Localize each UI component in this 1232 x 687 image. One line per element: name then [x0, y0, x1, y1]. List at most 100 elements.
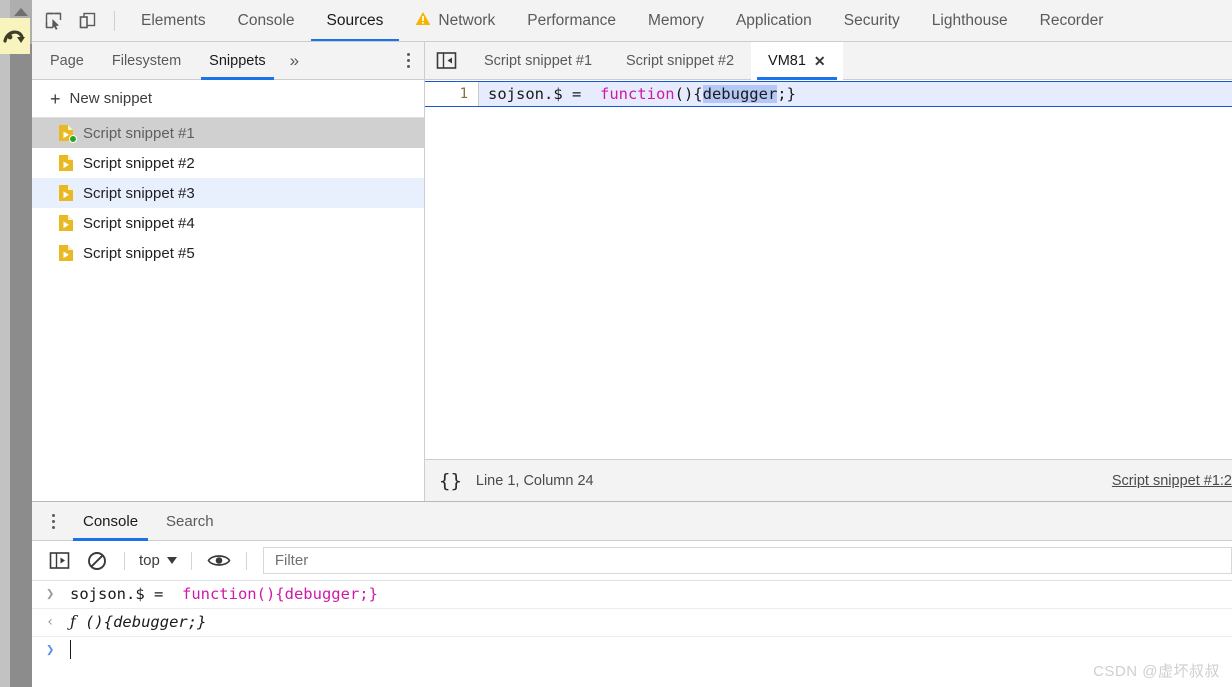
- drawer-tab-console[interactable]: Console: [69, 501, 152, 541]
- execution-context-value: top: [139, 552, 160, 569]
- snippet-file-icon: [58, 124, 77, 143]
- editor-status-bar: {} Line 1, Column 24 Script snippet #1:2: [425, 459, 1232, 501]
- nav-tab-label: Filesystem: [111, 52, 182, 69]
- scroll-up-arrow-icon[interactable]: [14, 8, 28, 16]
- input-prefix: sojson.$ =: [70, 585, 182, 603]
- console-result-text: ƒ (){debugger;}: [70, 612, 206, 633]
- tab-memory[interactable]: Memory: [632, 0, 720, 41]
- editor-tab-vm81[interactable]: VM81 ✕: [751, 41, 843, 80]
- console-sidebar-icon[interactable]: [40, 546, 78, 576]
- clear-console-icon[interactable]: [78, 546, 116, 576]
- console-drawer: Console Search top Filter ❯ sojson.$ = f…: [32, 501, 1232, 687]
- tab-elements[interactable]: Elements: [125, 0, 222, 41]
- tab-label: Network: [438, 11, 496, 29]
- editor-tab-script-snippet-1[interactable]: Script snippet #1: [467, 42, 609, 80]
- source-origin-link[interactable]: Script snippet #1:2: [1112, 473, 1232, 489]
- tab-console[interactable]: Console: [222, 0, 311, 41]
- navigator-tabbar: Page Filesystem Snippets »: [32, 42, 424, 80]
- line-number: 1: [425, 82, 479, 106]
- code-after-keyword: (){: [674, 85, 703, 103]
- editor-tabbar: Script snippet #1 Script snippet #2 VM81…: [425, 41, 1232, 80]
- text-cursor: [70, 640, 71, 659]
- nav-tab-filesystem[interactable]: Filesystem: [98, 42, 195, 80]
- new-snippet-button[interactable]: + New snippet: [32, 80, 424, 118]
- filter-input[interactable]: Filter: [262, 547, 1232, 574]
- code-content[interactable]: sojson.$ = function(){debugger;}: [479, 82, 1232, 106]
- list-item-label: Script snippet #3: [83, 184, 195, 202]
- code-selection: debugger: [702, 85, 778, 103]
- filter-placeholder: Filter: [274, 552, 309, 569]
- input-rest: (){debugger;}: [256, 585, 378, 603]
- nav-tab-page[interactable]: Page: [36, 42, 98, 80]
- execution-context-select[interactable]: top: [133, 552, 183, 569]
- tab-label: Console: [237, 11, 295, 29]
- tab-performance[interactable]: Performance: [511, 0, 632, 41]
- chevron-down-icon: [166, 557, 177, 564]
- list-item-label: Script snippet #2: [83, 154, 195, 172]
- console-prompt-row[interactable]: ❯: [32, 637, 1232, 664]
- list-item-label: Script snippet #4: [83, 214, 195, 232]
- tab-network[interactable]: Network: [399, 0, 511, 41]
- drawer-tab-search[interactable]: Search: [152, 501, 228, 541]
- snippet-list: Script snippet #1 Script snippet #2 Scri…: [32, 118, 424, 501]
- new-snippet-label: New snippet: [69, 90, 153, 107]
- snippet-active-badge: [69, 135, 77, 143]
- navigator-menu-icon[interactable]: [407, 53, 410, 68]
- more-tabs-icon[interactable]: »: [280, 42, 309, 80]
- editor-tab-label: Script snippet #1: [484, 52, 593, 69]
- browser-scrollbar[interactable]: [0, 0, 32, 687]
- list-item[interactable]: Script snippet #5: [32, 238, 424, 268]
- pretty-print-icon[interactable]: {}: [439, 470, 462, 492]
- drawer-menu-icon[interactable]: [36, 513, 69, 529]
- tab-label: Performance: [527, 11, 616, 29]
- toolbar-divider: [245, 551, 247, 570]
- list-item-label: Script snippet #5: [83, 244, 195, 262]
- scrollbar-thumb[interactable]: [10, 44, 32, 687]
- nav-tab-snippets[interactable]: Snippets: [195, 42, 279, 80]
- nav-tab-label: Snippets: [209, 52, 266, 69]
- code-editor[interactable]: 1 sojson.$ = function(){debugger;}: [425, 80, 1232, 459]
- list-item[interactable]: Script snippet #1: [32, 118, 424, 148]
- snippet-file-icon: [58, 184, 74, 202]
- warning-icon: [415, 11, 431, 31]
- list-item[interactable]: Script snippet #2: [32, 148, 424, 178]
- main-tabbar: Elements Console Sources Network Perform…: [32, 0, 1232, 42]
- tab-application[interactable]: Application: [720, 0, 828, 41]
- list-item-label: Script snippet #1: [83, 124, 195, 142]
- editor-pane: Script snippet #1 Script snippet #2 VM81…: [425, 41, 1232, 501]
- devtools-panel: Elements Console Sources Network Perform…: [32, 0, 1232, 687]
- console-input-text: sojson.$ = function(){debugger;}: [70, 584, 378, 605]
- plus-icon: +: [50, 88, 61, 109]
- live-expression-icon[interactable]: [200, 546, 238, 576]
- cursor-position: Line 1, Column 24: [475, 472, 594, 489]
- snippet-file-icon: [58, 244, 74, 262]
- list-item[interactable]: Script snippet #4: [32, 208, 424, 238]
- tab-label: Application: [735, 11, 812, 29]
- console-messages: ❯ sojson.$ = function(){debugger;} ‹ ƒ (…: [32, 581, 1232, 687]
- devtools-window: Elements Console Sources Network Perform…: [0, 0, 1232, 687]
- nav-tab-label: Page: [50, 52, 84, 69]
- show-navigator-icon[interactable]: [425, 51, 467, 70]
- close-icon[interactable]: ✕: [814, 54, 826, 68]
- console-prompt-input[interactable]: [70, 640, 71, 661]
- toolbar-divider: [124, 551, 125, 570]
- tab-label: Memory: [647, 11, 704, 29]
- result-body: (){debugger;}: [75, 613, 207, 631]
- toolbar-divider: [190, 551, 192, 570]
- prompt-marker-icon: ❯: [46, 642, 55, 658]
- device-toolbar-icon[interactable]: [70, 4, 104, 38]
- active-code-line[interactable]: 1 sojson.$ = function(){debugger;}: [425, 81, 1232, 107]
- editor-tab-label: VM81: [768, 52, 806, 69]
- tab-sources[interactable]: Sources: [310, 0, 400, 41]
- inspect-element-icon[interactable]: [36, 4, 70, 38]
- tab-label: Elements: [141, 11, 206, 29]
- list-item[interactable]: Script snippet #3: [32, 178, 424, 208]
- console-result-row[interactable]: ‹ ƒ (){debugger;}: [32, 608, 1232, 637]
- tab-lighthouse[interactable]: Lighthouse: [916, 0, 1024, 41]
- result-marker-icon: ‹: [46, 614, 55, 630]
- tab-security[interactable]: Security: [828, 0, 916, 41]
- tab-label: Security: [843, 11, 900, 29]
- editor-tab-script-snippet-2[interactable]: Script snippet #2: [609, 42, 751, 80]
- tab-label: Recorder: [1039, 11, 1104, 29]
- tab-recorder[interactable]: Recorder: [1024, 0, 1120, 41]
